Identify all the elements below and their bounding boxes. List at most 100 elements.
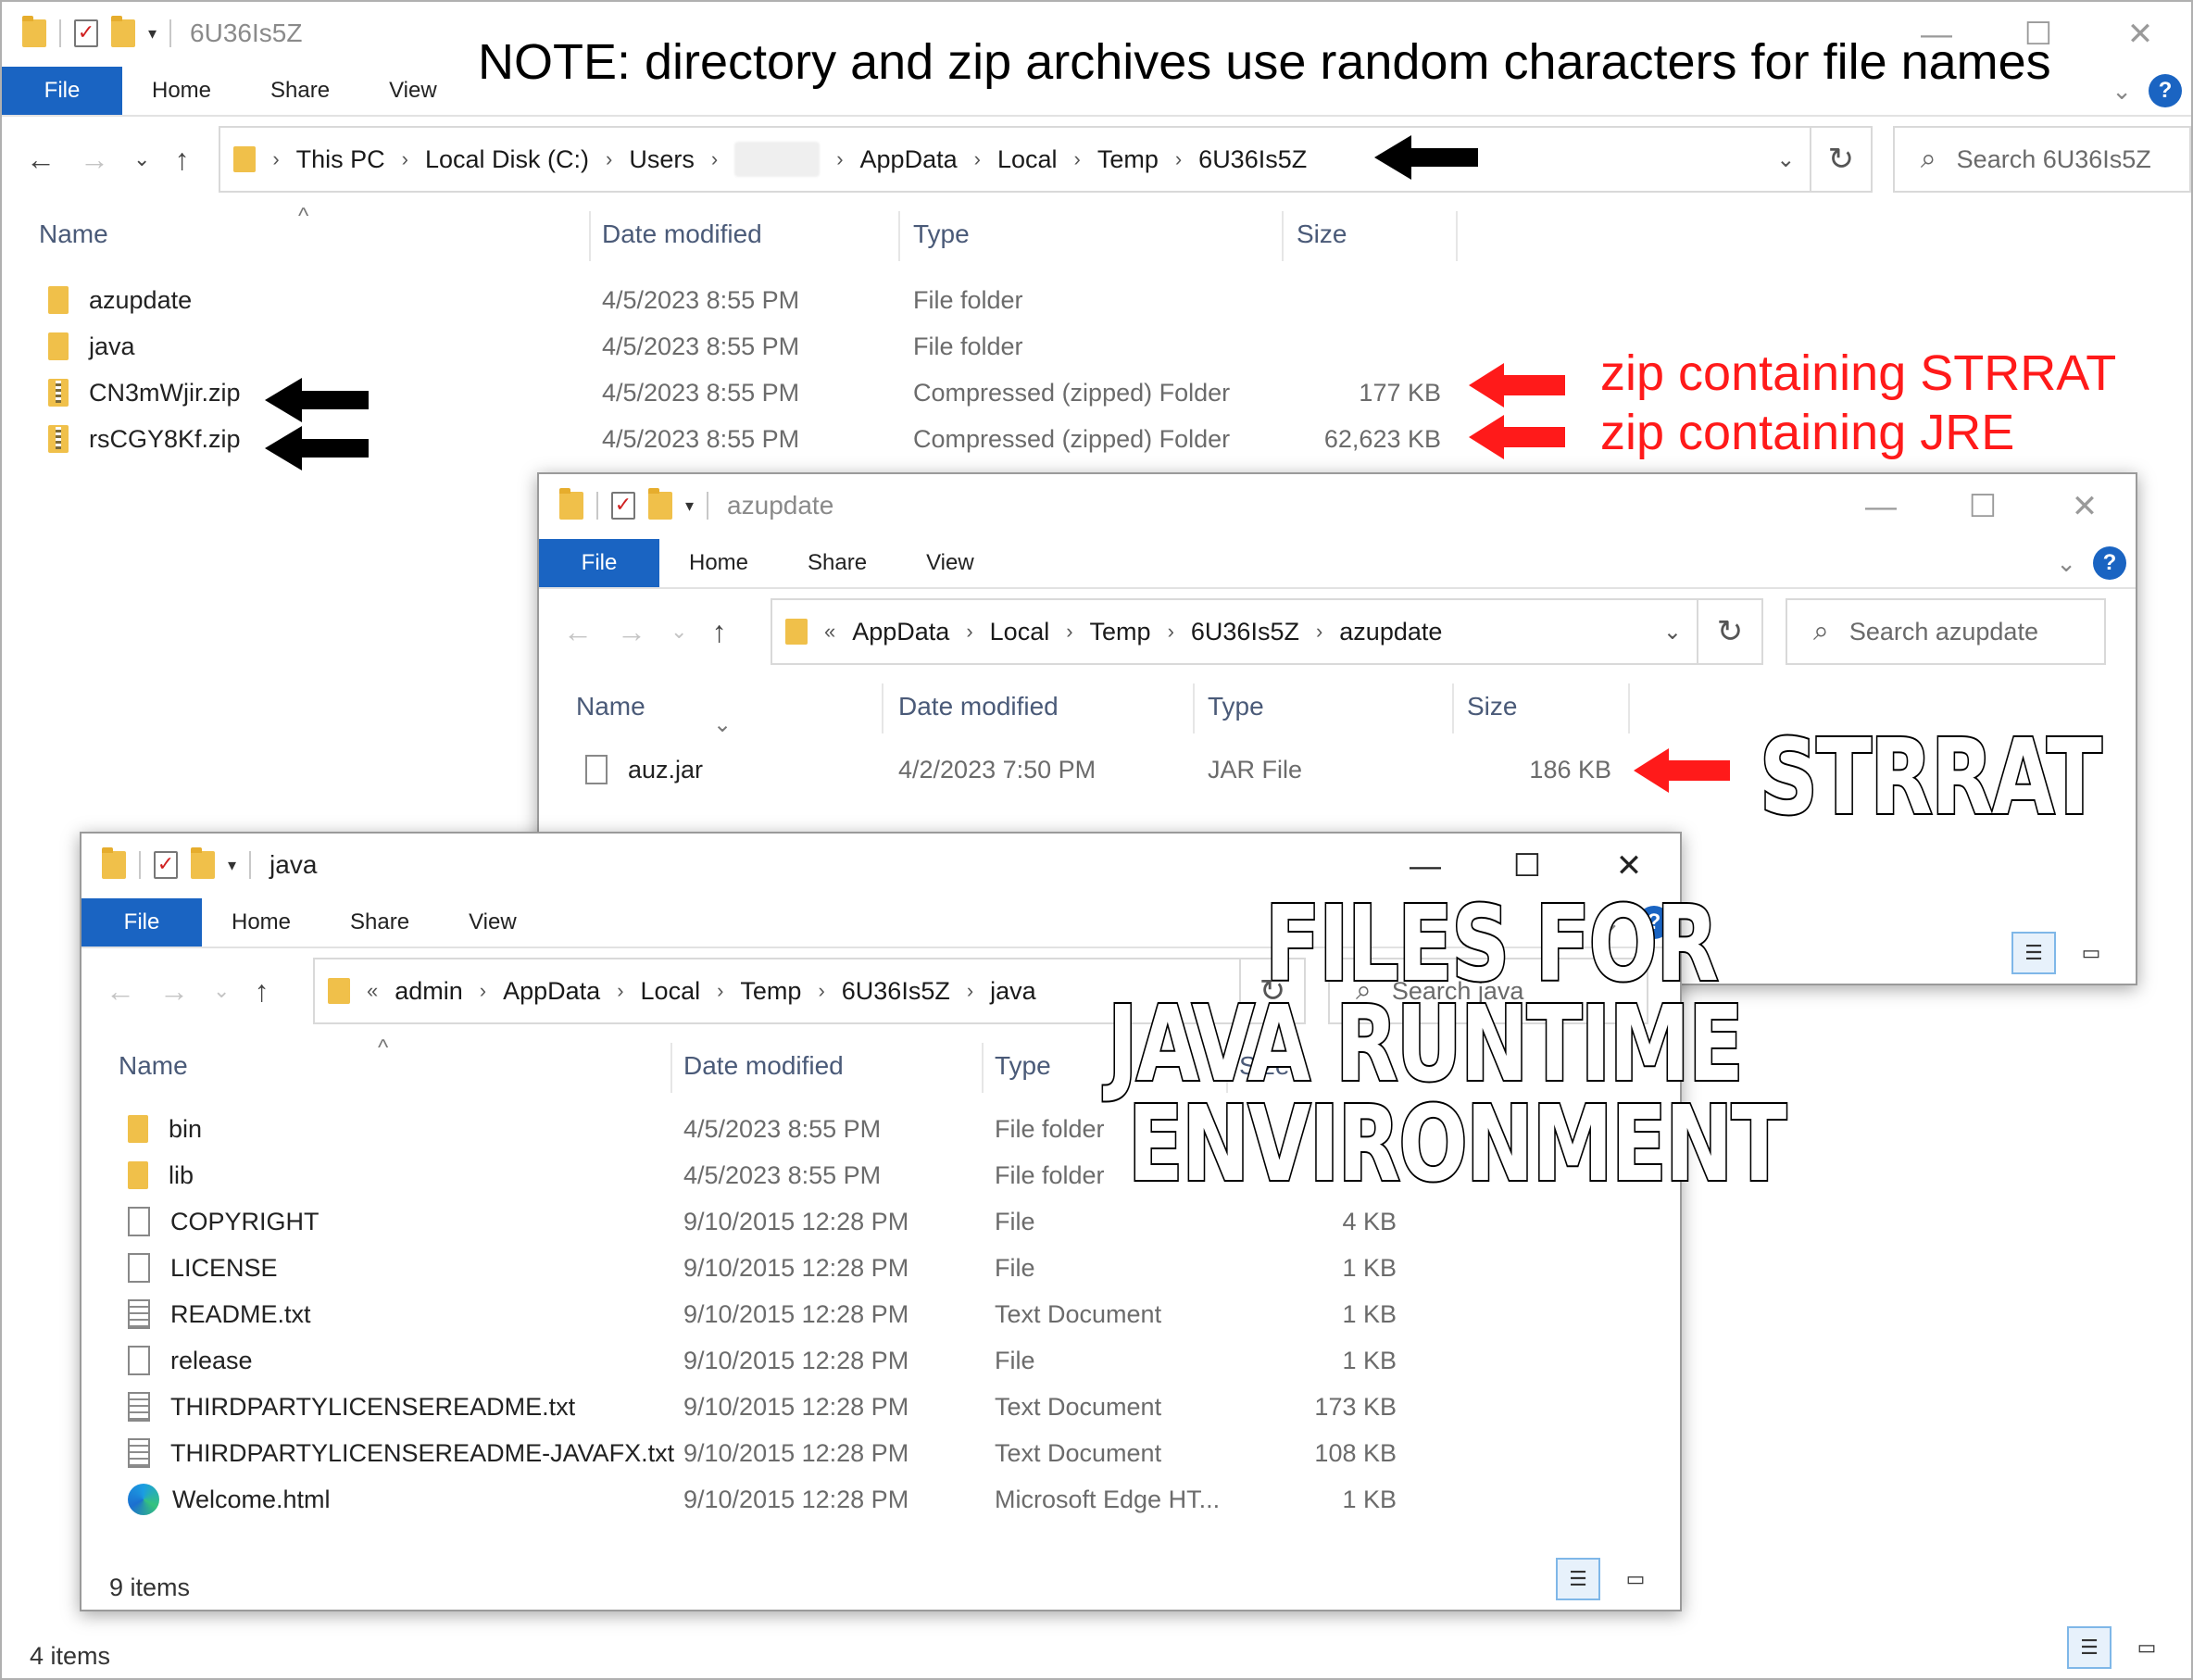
minimize-button[interactable]: —	[1374, 843, 1476, 889]
breadcrumb-appdata[interactable]: AppData	[852, 618, 949, 646]
large-icons-view-icon[interactable]: ▭	[1613, 1558, 1658, 1600]
breadcrumb-azupdate[interactable]: azupdate	[1339, 618, 1442, 646]
list-item[interactable]: THIRDPARTYLICENSEREADME-JAVAFX.txt 9/10/2…	[81, 1430, 1680, 1476]
breadcrumb-this-pc[interactable]: This PC	[296, 145, 385, 174]
chevron-right-icon[interactable]: ›	[1316, 620, 1322, 644]
up-icon[interactable]: ↑	[174, 143, 189, 177]
breadcrumb-temp[interactable]: Temp	[1097, 145, 1159, 174]
help-icon[interactable]: ?	[2149, 74, 2182, 107]
column-type[interactable]: Type	[995, 1043, 1051, 1089]
forward-icon[interactable]: →	[159, 974, 189, 1009]
list-item[interactable]: README.txt 9/10/2015 12:28 PM Text Documen…	[81, 1291, 1680, 1337]
column-date-modified[interactable]: Date modified	[683, 1043, 844, 1089]
customize-toolbar-icon[interactable]: ▾	[685, 496, 694, 516]
chevron-right-icon[interactable]: ›	[1168, 620, 1174, 644]
column-size[interactable]: Size	[1297, 211, 1347, 257]
maximize-button[interactable]: ☐	[1932, 483, 2034, 530]
column-date-modified[interactable]: Date modified	[602, 211, 762, 257]
details-view-icon[interactable]: ☰	[2011, 932, 2056, 974]
list-item[interactable]: LICENSE 9/10/2015 12:28 PM File 1 KB	[81, 1245, 1680, 1291]
help-icon[interactable]: ?	[2093, 546, 2126, 580]
breadcrumb-java[interactable]: java	[990, 977, 1036, 1006]
column-name[interactable]: Name	[39, 211, 108, 257]
customize-toolbar-icon[interactable]: ▾	[148, 24, 157, 44]
chevron-right-icon[interactable]: ›	[974, 147, 981, 171]
tab-file[interactable]: File	[2, 67, 122, 115]
chevron-down-icon[interactable]: ⌄	[1776, 146, 1795, 173]
list-item[interactable]: azupdate 4/5/2023 8:55 PM File folder	[2, 277, 2191, 323]
breadcrumb-overflow[interactable]: «	[367, 979, 378, 1003]
tab-view[interactable]: View	[896, 539, 1004, 587]
tab-share[interactable]: Share	[241, 67, 359, 115]
search-input[interactable]: ⌕ Search azupdate	[1786, 598, 2106, 665]
column-name[interactable]: Name	[576, 683, 645, 730]
properties-icon[interactable]: ✓	[154, 851, 178, 879]
chevron-right-icon[interactable]: ›	[402, 147, 408, 171]
breadcrumb-local[interactable]: Local	[997, 145, 1058, 174]
expand-ribbon-icon[interactable]: ⌄	[2112, 77, 2132, 106]
breadcrumb-6u36is5z[interactable]: 6U36Is5Z	[1191, 618, 1299, 646]
breadcrumb-temp[interactable]: Temp	[740, 977, 801, 1006]
details-view-icon[interactable]: ☰	[2067, 1626, 2112, 1669]
recent-locations-icon[interactable]: ⌄	[133, 147, 150, 171]
address-bar[interactable]: › This PC › Local Disk (C:) › Users › › …	[219, 126, 1812, 193]
chevron-right-icon[interactable]: ›	[1175, 147, 1182, 171]
close-button[interactable]: ✕	[1578, 843, 1680, 889]
properties-icon[interactable]: ✓	[611, 492, 635, 520]
list-item[interactable]: Welcome.html 9/10/2015 12:28 PM Microsoft …	[81, 1476, 1680, 1523]
chevron-right-icon[interactable]: ›	[717, 979, 723, 1003]
chevron-right-icon[interactable]: ›	[480, 979, 486, 1003]
customize-toolbar-icon[interactable]: ▾	[228, 856, 236, 875]
recent-locations-icon[interactable]: ⌄	[670, 620, 687, 644]
breadcrumb-users[interactable]: Users	[629, 145, 695, 174]
address-bar[interactable]: « AppData › Local › Temp › 6U36Is5Z › az…	[771, 598, 1698, 665]
large-icons-view-icon[interactable]: ▭	[2124, 1626, 2169, 1669]
tab-view[interactable]: View	[359, 67, 467, 115]
expand-ribbon-icon[interactable]: ⌄	[2056, 549, 2076, 578]
forward-icon[interactable]: →	[617, 615, 646, 649]
tab-home[interactable]: Home	[202, 898, 320, 947]
breadcrumb-local-disk[interactable]: Local Disk (C:)	[425, 145, 589, 174]
refresh-button[interactable]: ↻	[1698, 598, 1763, 665]
forward-icon[interactable]: →	[80, 143, 109, 177]
list-item[interactable]: COPYRIGHT 9/10/2015 12:28 PM File 4 KB	[81, 1198, 1680, 1245]
tab-file[interactable]: File	[81, 898, 202, 947]
chevron-down-icon[interactable]: ⌄	[1663, 619, 1682, 646]
chevron-right-icon[interactable]: ›	[966, 620, 972, 644]
chevron-right-icon[interactable]: ›	[1073, 147, 1080, 171]
breadcrumb-local[interactable]: Local	[641, 977, 701, 1006]
recent-locations-icon[interactable]: ⌄	[213, 979, 230, 1003]
back-icon[interactable]: ←	[106, 974, 135, 1009]
tab-home[interactable]: Home	[122, 67, 241, 115]
list-item[interactable]: THIRDPARTYLICENSEREADME.txt 9/10/2015 12:…	[81, 1384, 1680, 1430]
column-type[interactable]: Type	[913, 211, 970, 257]
breadcrumb-temp[interactable]: Temp	[1090, 618, 1151, 646]
breadcrumb-6u36is5z[interactable]: 6U36Is5Z	[842, 977, 950, 1006]
back-icon[interactable]: ←	[26, 143, 56, 177]
back-icon[interactable]: ←	[563, 615, 593, 649]
tab-share[interactable]: Share	[320, 898, 439, 947]
column-size[interactable]: Size	[1467, 683, 1517, 730]
chevron-right-icon[interactable]: ›	[967, 979, 973, 1003]
minimize-button[interactable]: —	[1830, 483, 1932, 530]
maximize-button[interactable]: ☐	[1476, 843, 1578, 889]
breadcrumb-appdata[interactable]: AppData	[860, 145, 958, 174]
close-button[interactable]: ✕	[2089, 11, 2191, 57]
new-folder-icon[interactable]	[648, 488, 672, 520]
search-input[interactable]: ⌕ Search 6U36Is5Z	[1892, 126, 2191, 193]
chevron-right-icon[interactable]: ›	[1066, 620, 1072, 644]
redacted-username[interactable]	[734, 142, 821, 177]
properties-icon[interactable]: ✓	[74, 19, 98, 47]
refresh-button[interactable]: ↻	[1811, 126, 1873, 193]
chevron-right-icon[interactable]: ›	[617, 979, 623, 1003]
chevron-right-icon[interactable]: ›	[711, 147, 718, 171]
column-type[interactable]: Type	[1208, 683, 1264, 730]
tab-share[interactable]: Share	[778, 539, 896, 587]
chevron-right-icon[interactable]: ›	[606, 147, 612, 171]
address-bar[interactable]: « admin › AppData › Local › Temp › 6U36I…	[313, 958, 1241, 1024]
details-view-icon[interactable]: ☰	[1556, 1558, 1600, 1600]
large-icons-view-icon[interactable]: ▭	[2069, 932, 2113, 974]
breadcrumb-overflow[interactable]: «	[824, 620, 835, 644]
breadcrumb-appdata[interactable]: AppData	[503, 977, 600, 1006]
new-folder-icon[interactable]	[111, 16, 135, 47]
